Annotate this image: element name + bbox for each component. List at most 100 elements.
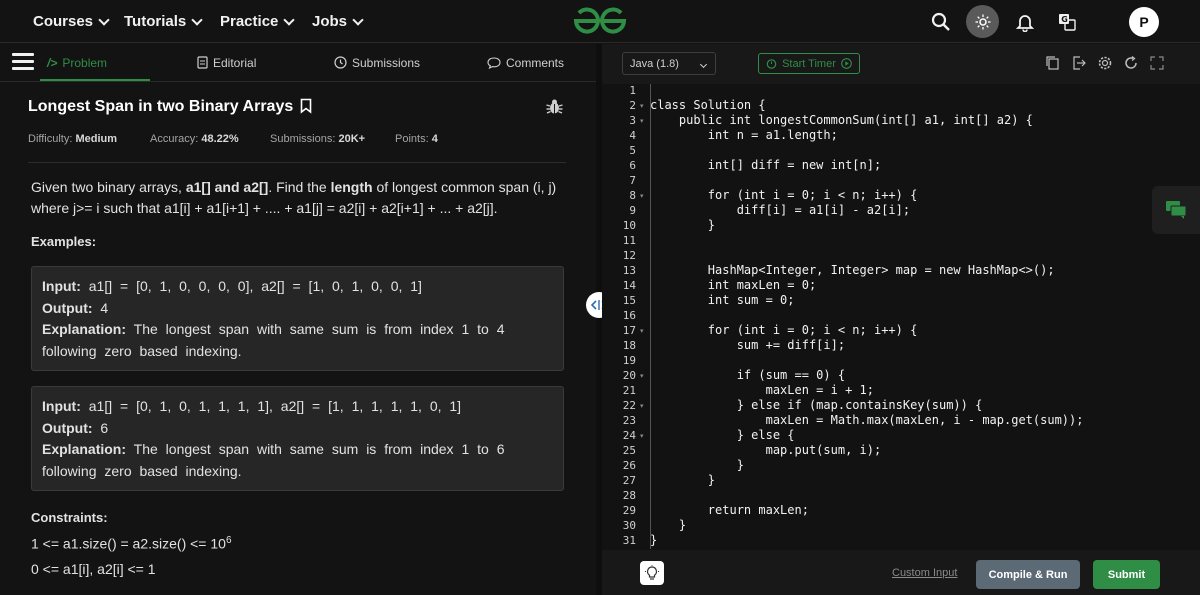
language-select[interactable]: Java (1.8) xyxy=(622,52,716,75)
code-line[interactable]: } xyxy=(650,518,686,532)
code-line[interactable]: int n = a1.length; xyxy=(650,128,838,142)
compile-run-button[interactable]: Compile & Run xyxy=(976,560,1080,589)
bookmark-icon[interactable] xyxy=(300,98,312,114)
line-number: 5 xyxy=(629,144,636,157)
code-editor[interactable]: 1 2 ▾ 3 ▾ 4 5 6 7 8 ▾ 9 10 11 12 13 14 15 16 17 ▾ 18 19 20 ▾ 21 22… xyxy=(602,84,1200,554)
gear-icon[interactable] xyxy=(1097,55,1113,71)
difficulty-label: Difficulty: xyxy=(28,133,73,145)
lightbulb-icon[interactable] xyxy=(640,561,664,585)
points-meta: Points: 4 xyxy=(395,133,438,145)
avatar[interactable]: P xyxy=(1129,7,1159,37)
fold-arrow-icon[interactable]: ▾ xyxy=(640,432,644,440)
code-line[interactable]: maxLen = Math.max(maxLen, i - map.get(su… xyxy=(650,413,1084,427)
problem-panel: /> Problem Editorial Submissions Comments… xyxy=(0,44,596,595)
tab-comments-label: Comments xyxy=(506,55,565,70)
code-line[interactable]: } xyxy=(650,533,657,547)
code-line[interactable]: diff[i] = a1[i] - a2[i]; xyxy=(650,203,910,217)
desc-length: length xyxy=(330,179,373,195)
line-number: 2 xyxy=(629,99,636,112)
nav-courses[interactable]: Courses xyxy=(33,0,110,43)
tab-submissions[interactable]: Submissions xyxy=(334,44,420,81)
search-icon[interactable] xyxy=(926,7,956,37)
fold-arrow-icon[interactable]: ▾ xyxy=(640,117,644,125)
line-number: 22 xyxy=(622,399,636,412)
accuracy-meta: Accuracy: 48.22% xyxy=(150,133,239,145)
constraint-text: 0 <= a1[i], a2[i] <= 1 xyxy=(31,561,156,577)
submit-button[interactable]: Submit xyxy=(1093,560,1160,589)
constraint-text: 1 <= a1.size() = a2.size() <= 10 xyxy=(31,535,226,552)
points-value: 4 xyxy=(431,133,438,145)
code-line[interactable]: return maxLen; xyxy=(650,503,809,517)
theme-toggle-button[interactable] xyxy=(966,5,999,38)
fold-arrow-icon[interactable]: ▾ xyxy=(640,327,644,335)
code-line[interactable]: maxLen = i + 1; xyxy=(650,383,874,397)
fold-arrow-icon[interactable]: ▾ xyxy=(640,192,644,200)
tab-editorial[interactable]: Editorial xyxy=(197,44,256,81)
gfg-logo-icon[interactable] xyxy=(570,4,630,38)
bug-report-icon[interactable] xyxy=(546,98,563,115)
line-number: 9 xyxy=(629,204,636,217)
example-box: Input: a1[] = [0, 1, 0, 1, 1, 1, 1], a2[… xyxy=(31,386,564,491)
start-timer-button[interactable]: Start Timer xyxy=(758,53,860,74)
example-input: a1[] = [0, 1, 0, 0, 0, 0], a2[] = [1, 0,… xyxy=(88,278,422,294)
code-line[interactable]: } xyxy=(650,473,715,487)
code-line[interactable]: } xyxy=(650,458,744,472)
code-line[interactable]: HashMap<Integer, Integer> map = new Hash… xyxy=(650,263,1055,277)
code-line[interactable]: public int longestCommonSum(int[] a1, in… xyxy=(650,113,1033,127)
menu-icon[interactable] xyxy=(12,53,34,71)
export-icon[interactable] xyxy=(1071,55,1087,71)
line-number: 26 xyxy=(622,459,636,472)
constraint-exponent: 6 xyxy=(225,535,232,546)
code-line[interactable]: for (int i = 0; i < n; i++) { xyxy=(650,188,918,202)
timer-label: Start Timer xyxy=(782,57,836,70)
code-line[interactable]: int[] diff = new int[n]; xyxy=(650,158,881,172)
timer-icon xyxy=(766,59,777,69)
clock-icon xyxy=(334,56,347,69)
chat-button[interactable] xyxy=(1152,186,1200,234)
output-label: Output: xyxy=(42,419,93,436)
chevron-down-icon xyxy=(699,60,708,69)
line-number: 27 xyxy=(622,474,636,487)
editor-guide-line xyxy=(650,84,651,549)
line-number: 18 xyxy=(622,339,636,352)
code-line[interactable]: } else if (map.containsKey(sum)) { xyxy=(650,398,983,412)
accuracy-label: Accuracy: xyxy=(150,133,199,145)
tab-divider xyxy=(0,81,596,82)
page-title: Longest Span in two Binary Arrays xyxy=(28,98,312,116)
submissions-label: Submissions: xyxy=(270,133,336,145)
output-label: Output: xyxy=(42,299,93,316)
copy-icon[interactable] xyxy=(1045,55,1061,71)
translate-icon[interactable]: G xyxy=(1052,7,1082,37)
code-line[interactable]: } else { xyxy=(650,428,795,442)
nav-jobs[interactable]: Jobs xyxy=(312,0,364,43)
nav-tutorials[interactable]: Tutorials xyxy=(124,0,203,43)
difficulty-meta: Difficulty: Medium xyxy=(28,133,117,145)
custom-input-link[interactable]: Custom Input xyxy=(892,567,957,579)
play-icon xyxy=(841,58,852,69)
example-box: Input: a1[] = [0, 1, 0, 0, 0, 0], a2[] =… xyxy=(31,266,564,371)
nav-practice[interactable]: Practice xyxy=(220,0,296,43)
line-number: 6 xyxy=(629,159,636,172)
code-line[interactable]: for (int i = 0; i < n; i++) { xyxy=(650,323,918,337)
code-line[interactable]: sum += diff[i]; xyxy=(650,338,845,352)
code-line[interactable]: int sum = 0; xyxy=(650,293,795,307)
line-number: 23 xyxy=(622,414,636,427)
tab-comments[interactable]: Comments xyxy=(487,44,564,81)
fullscreen-icon[interactable] xyxy=(1149,55,1165,71)
bell-icon[interactable] xyxy=(1010,7,1040,37)
code-line[interactable]: } xyxy=(650,218,715,232)
code-line[interactable]: class Solution { xyxy=(650,98,766,112)
code-line[interactable]: map.put(sum, i); xyxy=(650,443,882,457)
divider xyxy=(28,162,566,163)
fold-arrow-icon[interactable]: ▾ xyxy=(640,372,644,380)
reset-icon[interactable] xyxy=(1123,55,1139,71)
fold-arrow-icon[interactable]: ▾ xyxy=(640,102,644,110)
fold-arrow-icon[interactable]: ▾ xyxy=(640,402,644,410)
nav-practice-label: Practice xyxy=(220,13,279,30)
problem-description: Given two binary arrays, a1[] and a2[]. … xyxy=(31,177,571,219)
code-line[interactable]: int maxLen = 0; xyxy=(650,278,816,292)
desc-part: Given two binary arrays, xyxy=(31,179,186,195)
tab-problem[interactable]: /> Problem xyxy=(47,44,107,81)
line-number: 17 xyxy=(622,324,636,337)
code-line[interactable]: if (sum == 0) { xyxy=(650,368,845,382)
